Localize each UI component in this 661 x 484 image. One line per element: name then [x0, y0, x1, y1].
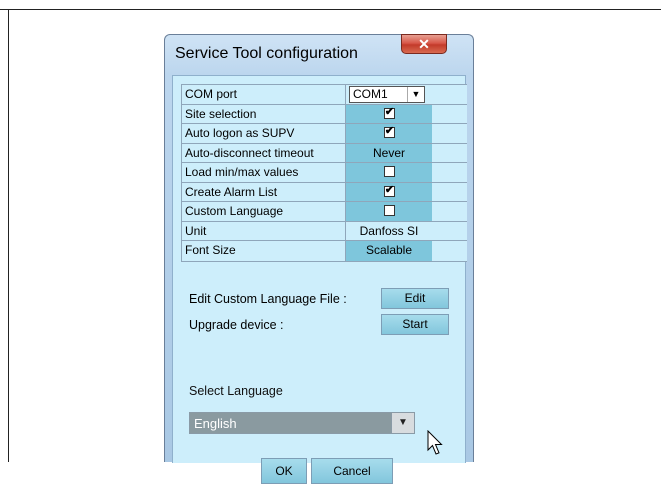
chevron-down-icon[interactable]: ▼ [407, 87, 424, 102]
language-selected-value: English [194, 416, 237, 431]
setting-label: Create Alarm List [182, 182, 346, 201]
auto-logon-checkbox[interactable]: ✔ [383, 125, 395, 138]
language-select[interactable]: English ▼ [189, 412, 415, 434]
close-icon: ✕ [418, 36, 430, 52]
unit-value[interactable]: Danfoss SI [346, 221, 432, 240]
setting-row-font-size: Font Size Scalable [182, 241, 467, 261]
dialog-titlebar[interactable]: Service Tool configuration ✕ [165, 34, 473, 75]
setting-label: COM port [182, 85, 346, 104]
setting-row-create-alarm-list: Create Alarm List ✔ [182, 182, 467, 202]
setting-label: Custom Language [182, 202, 346, 221]
setting-row-custom-language: Custom Language [182, 202, 467, 222]
start-button[interactable]: Start [381, 314, 449, 335]
setting-label: Auto logon as SUPV [182, 124, 346, 143]
auto-disconnect-value[interactable]: Never [346, 143, 432, 162]
background-window-top-edge [0, 0, 661, 10]
create-alarm-list-checkbox[interactable]: ✔ [383, 183, 395, 197]
setting-label: Font Size [182, 241, 346, 261]
service-tool-configuration-dialog: Service Tool configuration ✕ COM port CO… [164, 34, 474, 484]
setting-value-cell: ✔ [346, 182, 432, 201]
upgrade-device-label: Upgrade device : [189, 318, 284, 332]
chevron-down-icon[interactable]: ▼ [391, 413, 414, 433]
setting-value-cell: COM1 ▼ [346, 85, 432, 104]
custom-language-checkbox[interactable] [383, 205, 395, 216]
edit-button[interactable]: Edit [381, 288, 449, 309]
dialog-client-area: COM port COM1 ▼ Site selection ✔ Auto lo… [172, 75, 467, 484]
setting-label: Unit [182, 221, 346, 240]
mouse-pointer-icon [427, 430, 443, 455]
setting-label: Site selection [182, 104, 346, 123]
background-window-left-edge [8, 10, 9, 462]
setting-row-auto-logon: Auto logon as SUPV ✔ [182, 124, 467, 144]
edit-custom-language-label: Edit Custom Language File : [189, 292, 347, 306]
setting-row-auto-disconnect: Auto-disconnect timeout Never [182, 143, 467, 163]
load-min-max-checkbox[interactable] [383, 166, 395, 177]
site-selection-checkbox[interactable]: ✔ [383, 105, 395, 119]
setting-row-load-min-max: Load min/max values [182, 163, 467, 183]
checkmark-icon: ✔ [384, 125, 395, 137]
dialog-title: Service Tool configuration [175, 45, 358, 62]
checkmark-icon: ✔ [384, 183, 395, 196]
setting-row-com-port: COM port COM1 ▼ [182, 85, 467, 105]
settings-table: COM port COM1 ▼ Site selection ✔ Auto lo… [181, 84, 467, 262]
setting-value-cell: ✔ [346, 124, 432, 143]
setting-value-cell [346, 202, 432, 221]
close-button[interactable]: ✕ [401, 34, 447, 54]
setting-label: Auto-disconnect timeout [182, 143, 346, 162]
font-size-value[interactable]: Scalable [346, 241, 432, 261]
setting-value-cell: ✔ [346, 104, 432, 123]
com-port-value: COM1 [353, 87, 388, 101]
setting-row-unit: Unit Danfoss SI [182, 221, 467, 241]
checkmark-icon: ✔ [384, 105, 395, 118]
com-port-select[interactable]: COM1 ▼ [349, 86, 425, 103]
setting-value-cell [346, 163, 432, 182]
select-language-label: Select Language [189, 384, 283, 398]
setting-label: Load min/max values [182, 163, 346, 182]
setting-row-site-selection: Site selection ✔ [182, 104, 467, 124]
